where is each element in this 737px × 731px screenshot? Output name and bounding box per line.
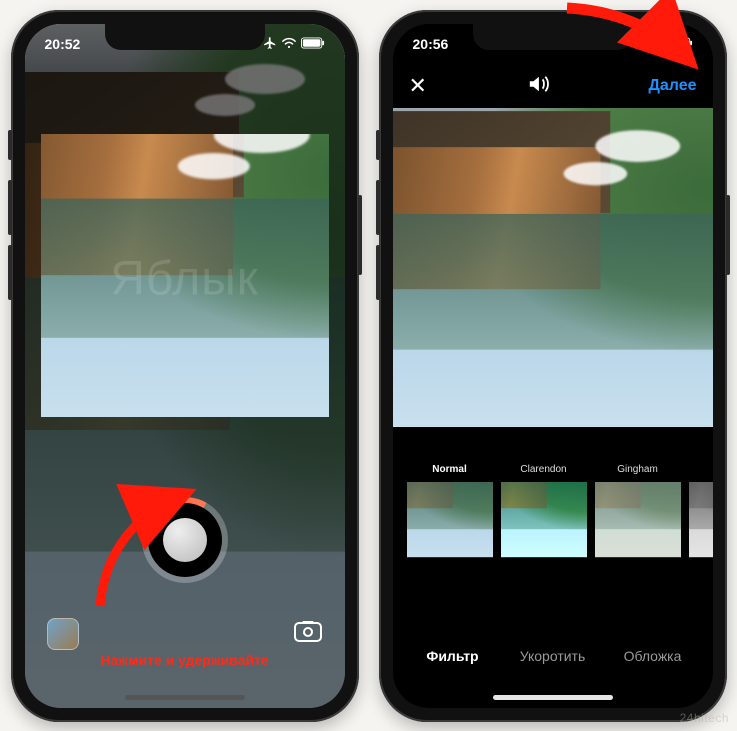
video-preview[interactable] [393, 108, 713, 428]
home-indicator[interactable] [493, 695, 613, 700]
battery-icon [301, 36, 325, 52]
record-hint-annotation: Нажмите и удерживайте [25, 652, 345, 668]
phone-right: 20:56 ✕ [379, 10, 727, 722]
home-indicator[interactable] [125, 695, 245, 700]
filter-label: Clarendon [520, 464, 566, 476]
status-time: 20:56 [413, 36, 449, 52]
close-button[interactable]: ✕ [409, 73, 427, 99]
camera-crop-scene [41, 134, 329, 417]
filter-item-normal[interactable]: Normal [407, 464, 493, 568]
airplane-icon [263, 36, 277, 53]
annotation-arrow-next [559, 0, 699, 75]
filters-row[interactable]: Normal Clarendon Gingham [393, 464, 713, 568]
phone-left: 20:52 Яблык [11, 10, 359, 722]
filter-label: Gingham [617, 464, 658, 476]
tab-filter[interactable]: Фильтр [403, 634, 503, 678]
screen-left: 20:52 Яблык [25, 24, 345, 708]
status-icons [263, 36, 325, 53]
screen-right: 20:56 ✕ [393, 24, 713, 708]
status-time: 20:52 [45, 36, 81, 52]
editor-tabs: Фильтр Укоротить Обложка [393, 634, 713, 678]
camera-crop-frame[interactable]: Яблык [41, 134, 329, 424]
filter-label: Normal [432, 464, 466, 476]
gallery-thumbnail-button[interactable] [47, 618, 79, 650]
filter-item-clarendon[interactable]: Clarendon [501, 464, 587, 568]
tab-cover[interactable]: Обложка [603, 634, 703, 678]
filter-item-gingham[interactable]: Gingham [595, 464, 681, 568]
sound-toggle-button[interactable] [527, 74, 549, 99]
source-watermark: 24hitech [680, 711, 729, 725]
filter-item-more[interactable] [689, 464, 713, 568]
next-button[interactable]: Далее [648, 77, 696, 95]
tab-trim[interactable]: Укоротить [503, 634, 603, 678]
video-preview-scene [393, 108, 713, 427]
notch [105, 24, 265, 50]
switch-camera-button[interactable] [293, 618, 323, 649]
wifi-icon [281, 36, 297, 52]
